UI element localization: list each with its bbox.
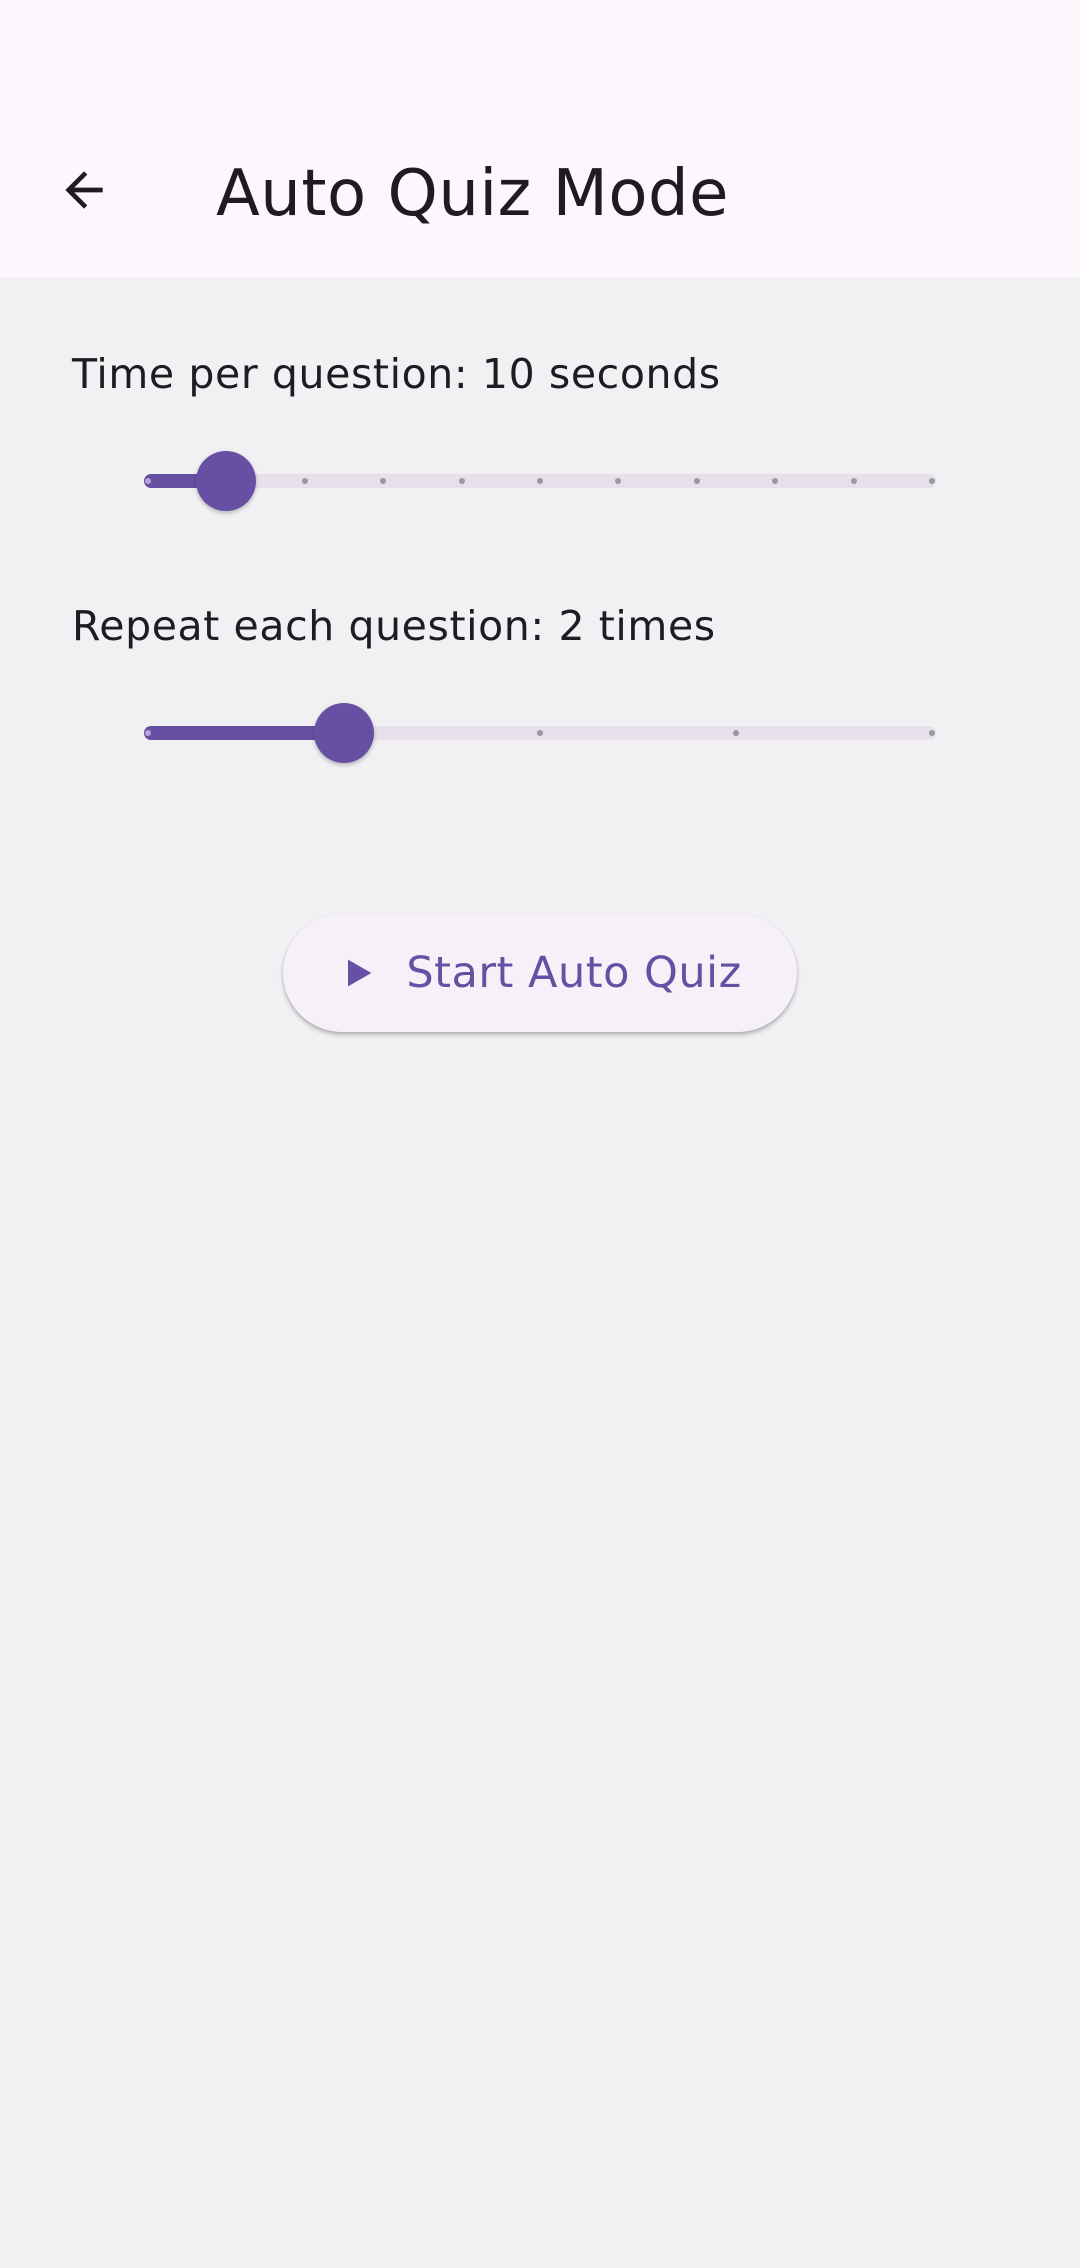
slider-thumb[interactable]: [196, 451, 257, 511]
start-auto-quiz-label: Start Auto Quiz: [406, 948, 742, 998]
start-auto-quiz-button[interactable]: Start Auto Quiz: [283, 914, 797, 1032]
slider-tick: [301, 478, 308, 484]
repeat-each-question-label: Repeat each question: 2 times: [72, 602, 716, 650]
slider-tick: [693, 478, 700, 484]
arrow-back-icon: [56, 162, 112, 222]
app-bar: Auto Quiz Mode: [0, 0, 1080, 277]
slider-tick: [458, 478, 465, 484]
slider-thumb[interactable]: [314, 703, 374, 763]
slider-tick: [145, 478, 151, 484]
page-title: Auto Quiz Mode: [216, 157, 729, 231]
slider-tick: [929, 478, 935, 484]
slider-tick: [145, 730, 151, 736]
slider-tick: [929, 730, 935, 736]
slider-tick: [537, 730, 543, 736]
slider-tick: [850, 478, 857, 484]
time-per-question-slider[interactable]: [144, 441, 936, 521]
slider-tick: [733, 730, 739, 736]
slider-tick: [537, 478, 543, 484]
back-button[interactable]: [40, 148, 128, 236]
repeat-each-question-slider[interactable]: [144, 693, 936, 773]
play-icon: [338, 953, 378, 993]
time-per-question-label: Time per question: 10 seconds: [72, 350, 721, 398]
